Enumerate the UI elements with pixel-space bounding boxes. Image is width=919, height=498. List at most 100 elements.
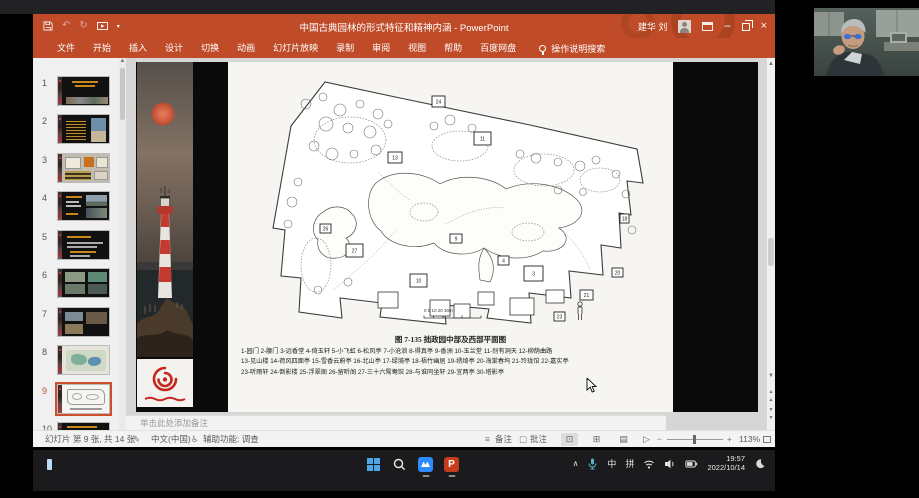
redo-icon[interactable]: ↻ [79,21,87,31]
restore-button[interactable] [742,23,750,31]
accessibility-icon: ♿ [191,431,199,447]
close-button[interactable]: × [761,21,767,32]
zoom-out-button[interactable]: − [657,431,662,447]
battery-icon[interactable] [685,458,698,470]
slideshow-view-button[interactable]: ▷ [638,433,655,446]
ime-mode-indicator[interactable]: 拼 [625,457,634,470]
svg-text:4: 4 [502,259,505,265]
tray-clock[interactable]: 19:57 2022/10/14 [707,455,745,472]
taskbar-search-button[interactable] [392,457,407,472]
thumbnail-row: 10 [33,422,119,430]
ribbon-display-options-icon[interactable] [702,22,713,31]
slide-6-thumbnail[interactable] [57,268,110,298]
thumbnail-row: 1 [33,76,119,110]
slide-number: 3 [42,155,47,165]
reading-view-button[interactable]: ▤ [615,433,632,446]
next-slide-button[interactable]: ▼▼ [767,406,775,422]
slide-10-thumbnail[interactable] [57,422,110,430]
tab-help[interactable]: 帮助 [435,38,471,58]
focus-assist-moon-icon[interactable] [754,458,765,469]
qat-customize-icon[interactable]: ▾ [117,23,120,30]
start-slideshow-icon[interactable] [97,22,108,31]
tell-me-search[interactable]: 操作说明搜索 [539,42,605,55]
slide-2-thumbnail[interactable] [57,114,110,144]
scroll-down-icon[interactable]: ▼ [767,372,775,380]
slide-8-thumbnail[interactable] [57,345,110,375]
speaker-icon[interactable] [664,458,676,470]
undo-icon[interactable]: ↶ [62,21,70,31]
comments-icon: ▢ [519,431,527,447]
tray-date: 2022/10/14 [707,463,745,472]
scrollbar-thumb[interactable] [768,238,774,266]
garden-plan-drawing: 24 13 11 26 27 10 9 4 3 21 20 [228,62,673,334]
microphone-icon[interactable] [587,458,598,470]
titlebar-controls: 建华 刘 – × [638,14,767,38]
notes-pane[interactable]: 单击此处添加备注 [126,415,666,430]
wifi-icon[interactable] [643,459,655,469]
zoom-level[interactable]: 113% [739,431,760,447]
slide-9-thumbnail[interactable] [57,384,110,414]
tab-home[interactable]: 开始 [84,38,120,58]
workspace: 1 2 3 [33,58,775,430]
slide-1-thumbnail[interactable] [57,76,110,106]
svg-text:18: 18 [622,217,628,223]
slide-scrollbar[interactable]: ▲ ▼ ▲▲ ▼▼ [767,58,775,430]
powerpoint-window: ↶ ↻ ▾ 中国古典园林的形式特征和精神内涵 - PowerPoint 建华 刘… [33,14,775,447]
svg-text:13: 13 [392,156,398,162]
powerpoint-app-icon[interactable]: P [444,457,459,472]
lighthouse-sunset-photo [137,62,193,357]
thumbnail-row: 3 [33,153,119,187]
tab-view[interactable]: 视图 [399,38,435,58]
slide-5-thumbnail[interactable] [57,230,110,260]
svg-text:21: 21 [584,293,590,299]
tab-design[interactable]: 设计 [156,38,192,58]
svg-text:10: 10 [416,279,422,285]
slide-sorter-view-button[interactable]: ⊞ [588,433,605,446]
legend-line-3: 23-听雨轩 24-倒影楼 25-浮翠阁 26-留听阁 27-三十六鸳鸯馆 28… [241,368,667,378]
tab-file[interactable]: 文件 [48,38,84,58]
minimize-button[interactable]: – [724,21,730,32]
start-button[interactable] [366,457,381,472]
save-icon[interactable] [43,21,53,31]
figure-caption: 图 7-135 拙政园中部及西部平面图 [228,334,673,345]
slide-4-thumbnail[interactable] [57,191,110,221]
tencent-meeting-app-icon[interactable] [418,457,433,472]
slide-3-thumbnail[interactable] [57,153,110,183]
scroll-up-icon[interactable]: ▲ [767,60,775,68]
user-avatar[interactable] [678,20,691,33]
school-logo [137,359,193,407]
scale-bar-label: 0 5 10 20 30m [424,308,453,313]
language-indicator[interactable]: 中文(中国) [151,431,191,447]
zoom-in-button[interactable]: + [727,431,732,447]
normal-view-button[interactable]: ⊡ [561,433,578,446]
notes-toggle[interactable]: 备注 [495,431,512,447]
tab-transitions[interactable]: 切换 [192,38,228,58]
ime-language-indicator[interactable]: 中 [607,457,616,470]
thumbnail-row: 7 [33,307,119,341]
spelling-icon[interactable]: ✎ [133,431,140,447]
slide-thumbnail-panel: 1 2 3 [33,58,126,430]
thumbnail-scrollbar[interactable]: ▲ [119,58,126,430]
fit-to-window-button[interactable] [763,436,771,443]
window-title: 中国古典园林的形式特征和精神内涵 - PowerPoint [299,20,508,34]
notes-toggle-icon: ≡ [485,431,490,447]
tab-insert[interactable]: 插入 [120,38,156,58]
accessibility-status[interactable]: 辅助功能: 调查 [203,431,259,447]
garden-plan-figure: 24 13 11 26 27 10 9 4 3 21 20 [228,62,673,412]
tab-review[interactable]: 审阅 [363,38,399,58]
zoom-slider-thumb[interactable] [693,435,696,444]
tab-record[interactable]: 录制 [327,38,363,58]
svg-text:3: 3 [532,272,535,278]
tab-baidu-netdisk[interactable]: 百度网盘 [471,38,525,58]
current-slide-canvas[interactable]: 24 13 11 26 27 10 9 4 3 21 20 [136,62,758,412]
slide-7-thumbnail[interactable] [57,307,110,337]
tray-overflow-chevron-icon[interactable]: ∧ [573,459,579,468]
comments-toggle[interactable]: 批注 [530,431,547,447]
legend-line-2: 13-见山楼 14-荷风四面亭 15-雪香云蔚亭 16-北山亭 17-绿漪亭 1… [241,357,667,367]
tab-animations[interactable]: 动画 [228,38,264,58]
previous-slide-button[interactable]: ▲▲ [767,388,775,404]
status-bar: 幻灯片 第 9 张, 共 14 张 ✎ 中文(中国) ♿ 辅助功能: 调查 ≡ … [33,430,775,447]
svg-text:24: 24 [436,100,442,106]
slide-editing-area: 24 13 11 26 27 10 9 4 3 21 20 [126,58,767,415]
tab-slideshow[interactable]: 幻灯片放映 [264,38,327,58]
